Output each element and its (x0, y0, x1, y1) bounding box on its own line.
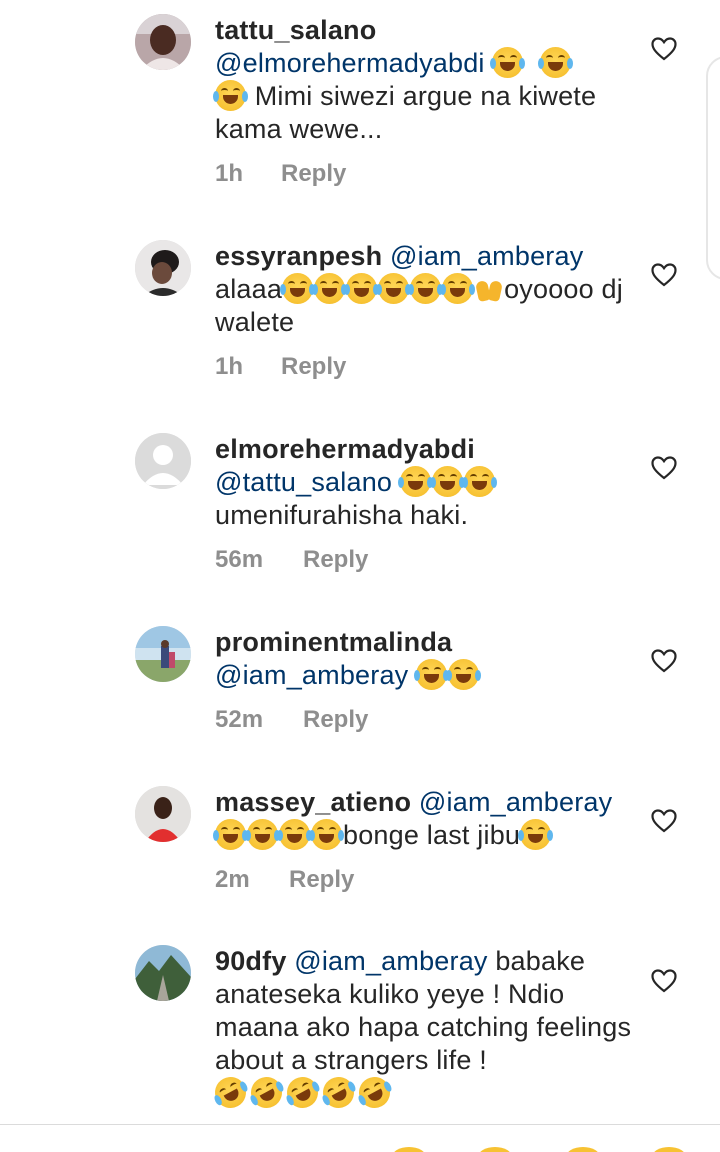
face-with-tears-of-joy-icon (429, 466, 465, 497)
comment-username[interactable]: prominentmalinda (215, 627, 452, 657)
comment-username[interactable]: elmorehermadyabdi (215, 434, 475, 464)
comment-text-start: alaaa (215, 274, 283, 304)
avatar[interactable] (135, 14, 191, 70)
reply-button[interactable]: Reply (281, 353, 346, 381)
face-with-tears-of-joy-icon (446, 659, 482, 690)
avatar[interactable] (135, 945, 191, 1001)
emoji-quick-icon[interactable] (392, 1147, 426, 1152)
emoji-quick-icon[interactable] (478, 1147, 512, 1152)
reply-button[interactable]: Reply (303, 706, 368, 734)
heart-outline-icon[interactable] (651, 809, 677, 833)
heart-outline-icon[interactable] (651, 649, 677, 673)
heart-outline-icon[interactable] (651, 263, 677, 287)
comment-time: 1h (215, 353, 244, 380)
rolling-on-the-floor-laughing-icon (245, 1071, 288, 1114)
face-with-tears-of-joy-icon (344, 273, 380, 304)
comment-time: 1h (215, 160, 244, 187)
avatar[interactable] (135, 626, 191, 682)
comment-time: 52m (215, 706, 264, 733)
face-with-tears-of-joy-icon (414, 659, 450, 690)
heart-outline-icon[interactable] (651, 37, 677, 61)
heart-outline-icon[interactable] (651, 456, 677, 480)
face-with-tears-of-joy-icon (490, 47, 526, 78)
raising-hands-icon (474, 273, 504, 303)
rolling-on-the-floor-laughing-icon (209, 1071, 252, 1114)
face-with-tears-of-joy-icon (213, 819, 248, 850)
face-with-tears-of-joy-icon (213, 80, 248, 111)
comments-screen: tattu_salano @elmorehermadyabdi Mimi siw… (0, 0, 720, 1152)
comment-mention[interactable]: @iam_amberay (419, 787, 612, 817)
comment-mention[interactable]: @iam_amberay (390, 241, 583, 271)
default-avatar-icon[interactable] (135, 433, 191, 489)
rolling-on-the-floor-laughing-icon (281, 1071, 324, 1114)
face-with-tears-of-joy-icon (518, 819, 554, 850)
face-with-tears-of-joy-icon (376, 273, 412, 304)
comment-username[interactable]: 90dfy (215, 946, 287, 976)
heart-outline-icon[interactable] (651, 969, 677, 993)
face-with-tears-of-joy-icon (245, 819, 280, 850)
avatar[interactable] (135, 240, 191, 296)
side-panel-edge (706, 56, 720, 280)
rolling-on-the-floor-laughing-icon (353, 1071, 396, 1114)
reply-button[interactable]: Reply (289, 866, 354, 894)
face-with-tears-of-joy-icon (538, 47, 574, 78)
avatar[interactable] (135, 786, 191, 842)
comment-text: Mimi siwezi argue na kiwete kama wewe... (215, 81, 597, 144)
comment-username[interactable]: tattu_salano (215, 15, 376, 45)
comment-mention[interactable]: @iam_amberay (215, 660, 408, 690)
comment-time: 2m (215, 866, 250, 893)
comment-mention[interactable]: @iam_amberay (294, 946, 487, 976)
comment-username[interactable]: essyranpesh (215, 241, 382, 271)
face-with-tears-of-joy-icon (277, 819, 312, 850)
emoji-quick-bar (0, 1124, 720, 1152)
rolling-on-the-floor-laughing-icon (317, 1071, 360, 1114)
comment-mention[interactable]: @elmorehermadyabdi (215, 48, 485, 78)
face-with-tears-of-joy-icon (397, 466, 433, 497)
reply-button[interactable]: Reply (281, 160, 346, 188)
face-with-tears-of-joy-icon (440, 273, 476, 304)
comment-username[interactable]: massey_atieno (215, 787, 411, 817)
reply-button[interactable]: Reply (303, 546, 368, 574)
comment-text: umenifurahisha haki. (215, 500, 469, 530)
face-with-tears-of-joy-icon (280, 273, 316, 304)
comment-text: bonge last jibu (343, 820, 521, 850)
face-with-tears-of-joy-icon (309, 819, 344, 850)
emoji-quick-icon[interactable] (566, 1147, 600, 1152)
face-with-tears-of-joy-icon (408, 273, 444, 304)
comment-mention[interactable]: @tattu_salano (215, 467, 392, 497)
emoji-quick-icon[interactable] (652, 1147, 686, 1152)
face-with-tears-of-joy-icon (312, 273, 348, 304)
comment-time: 56m (215, 546, 264, 573)
face-with-tears-of-joy-icon (461, 466, 497, 497)
